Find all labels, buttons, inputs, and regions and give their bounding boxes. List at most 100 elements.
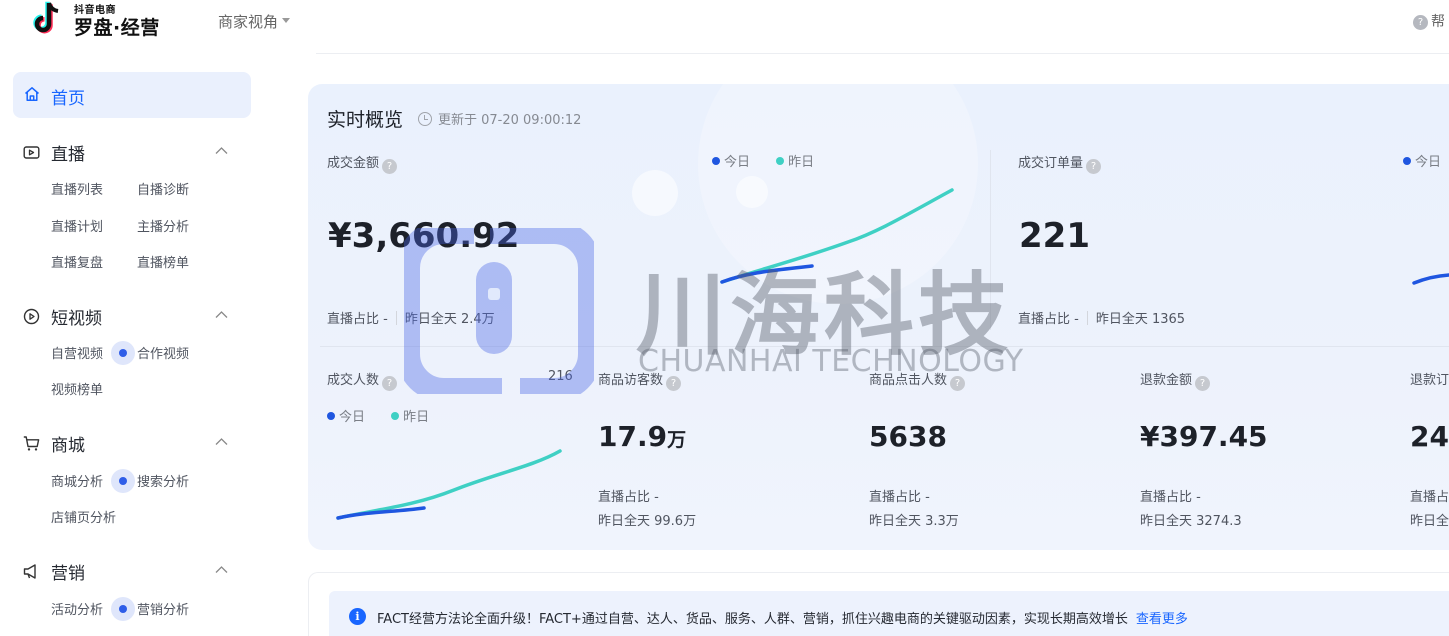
metric-value-refund-orders: 24 bbox=[1410, 420, 1449, 453]
sidebar-item-video-ranking[interactable]: 视频榜单 bbox=[51, 379, 103, 398]
metric-label-text: 成交订单量 bbox=[1018, 156, 1084, 171]
metric-number: 17.9 bbox=[598, 420, 668, 453]
metric-value-clicks: 5638 bbox=[869, 420, 947, 453]
update-time-text: 更新于 07-20 09:00:12 bbox=[438, 113, 582, 128]
new-feature-badge bbox=[111, 469, 135, 493]
sidebar-item-own-video[interactable]: 自营视频 bbox=[51, 343, 103, 362]
perspective-dropdown[interactable]: 商家视角 bbox=[218, 11, 291, 32]
info-icon: i bbox=[349, 608, 366, 625]
clock-icon bbox=[418, 112, 432, 126]
sidebar-item-live-ranking[interactable]: 直播榜单 bbox=[137, 252, 189, 271]
metric-live-share-visitors: 直播占比 - bbox=[598, 490, 659, 505]
metric-label-visitors: 商品访客数? bbox=[598, 369, 682, 391]
sidebar-item-anchor-analysis[interactable]: 主播分析 bbox=[137, 216, 189, 235]
legend-today[interactable]: 今日 bbox=[327, 410, 365, 425]
douyin-compass-logo[interactable]: 抖音电商 罗盘·经营 bbox=[32, 0, 172, 40]
logo-title: 罗盘·经营 bbox=[74, 17, 160, 39]
metric-label-text: 成交人数 bbox=[327, 373, 380, 388]
question-icon[interactable]: ? bbox=[666, 376, 682, 391]
chevron-up-icon[interactable] bbox=[215, 310, 228, 319]
live-icon bbox=[23, 146, 40, 159]
question-icon[interactable]: ? bbox=[382, 159, 398, 174]
metric-label-clicks: 商品点击人数? bbox=[869, 369, 966, 391]
metric-live-share-refund-orders: 直播占 bbox=[1410, 490, 1449, 505]
legend-yesterday[interactable]: 昨日 bbox=[776, 155, 814, 170]
sidebar-section-header[interactable]: 营销 bbox=[0, 559, 262, 585]
legend-label: 今日 bbox=[339, 410, 366, 425]
question-icon[interactable]: ? bbox=[1086, 159, 1102, 174]
legend-today[interactable]: 今日 bbox=[712, 155, 750, 170]
sidebar-section-header[interactable]: 短视频 bbox=[0, 304, 262, 330]
sidebar-item-self-live-diagnosis[interactable]: 自播诊断 bbox=[137, 179, 189, 198]
metric-value-buyers: 216 bbox=[548, 369, 573, 384]
sidebar-item-store-page-analysis[interactable]: 店铺页分析 bbox=[51, 507, 116, 526]
video-icon bbox=[23, 308, 40, 325]
legend-dot bbox=[1403, 157, 1411, 165]
legend-dot bbox=[776, 157, 785, 165]
decorative-bubble bbox=[632, 170, 678, 216]
legend-today[interactable]: 今日 bbox=[1403, 155, 1441, 170]
legend-yesterday[interactable]: 昨日 bbox=[391, 410, 429, 425]
legend-dot bbox=[391, 412, 400, 420]
sidebar-item-live-review[interactable]: 直播复盘 bbox=[51, 252, 103, 271]
question-icon[interactable]: ? bbox=[1195, 376, 1211, 391]
chevron-up-icon[interactable] bbox=[215, 565, 228, 574]
metric-yesterday-visitors: 昨日全天 99.6万 bbox=[598, 514, 697, 529]
chevron-up-icon[interactable] bbox=[215, 146, 228, 155]
metric-sub-gmv: 直播占比 - 昨日全天 2.4万 bbox=[327, 308, 495, 327]
sidebar-item-label: 首页 bbox=[51, 89, 85, 109]
metric-label-text: 成交金额 bbox=[327, 156, 380, 171]
metric-yesterday-clicks: 昨日全天 3.3万 bbox=[869, 514, 959, 529]
view-more-link[interactable]: 查看更多 bbox=[1136, 612, 1188, 627]
sidebar-item-live-list[interactable]: 直播列表 bbox=[51, 179, 103, 198]
sidebar-item-search-analysis[interactable]: 搜索分析 bbox=[137, 471, 189, 490]
metric-label-text: 商品访客数 bbox=[598, 373, 664, 388]
metric-label-buyers: 成交人数? bbox=[327, 369, 398, 391]
home-icon bbox=[25, 87, 39, 102]
metric-unit: 万 bbox=[667, 429, 687, 451]
sidebar-section-title: 营销 bbox=[51, 564, 85, 584]
notice-message: FACT经营方法论全面升级！FACT+通过自营、达人、货品、服务、人群、营销，抓… bbox=[377, 612, 1128, 627]
question-icon[interactable]: ? bbox=[382, 376, 398, 391]
separator bbox=[1086, 311, 1088, 325]
chart-legend: 今日 昨日 bbox=[712, 151, 814, 170]
metric-value-gmv: ¥3,660.92 bbox=[328, 216, 520, 256]
sidebar-item-live-plan[interactable]: 直播计划 bbox=[51, 216, 103, 235]
yesterday-text: 昨日全天 2.4万 bbox=[404, 312, 495, 327]
update-time: 更新于 07-20 09:00:12 bbox=[418, 109, 581, 128]
sidebar-item-activity-analysis[interactable]: 活动分析 bbox=[51, 599, 103, 618]
orders-trend-chart bbox=[1412, 273, 1449, 285]
legend-dot bbox=[327, 412, 335, 420]
sidebar-section-header[interactable]: 商城 bbox=[0, 431, 262, 457]
header-divider bbox=[316, 53, 1449, 54]
question-icon[interactable]: ? bbox=[950, 376, 966, 391]
megaphone-icon bbox=[23, 564, 36, 579]
live-share-text: 直播占比 - bbox=[327, 312, 388, 327]
legend-dot bbox=[712, 157, 720, 165]
sidebar-item-home[interactable]: 首页 bbox=[13, 72, 251, 118]
help-link[interactable]: ? 帮 bbox=[1413, 11, 1445, 31]
chevron-up-icon[interactable] bbox=[215, 437, 228, 446]
douyin-logo-icon bbox=[33, 1, 59, 34]
today-line bbox=[1412, 273, 1449, 285]
legend-label: 今日 bbox=[724, 155, 751, 170]
help-icon: ? bbox=[1413, 14, 1428, 30]
cart-icon bbox=[23, 436, 40, 451]
metric-sub-orders: 直播占比 - 昨日全天 1365 bbox=[1018, 308, 1185, 327]
metric-label-orders: 成交订单量? bbox=[1018, 152, 1102, 174]
sidebar-item-mall-analysis[interactable]: 商城分析 bbox=[51, 471, 103, 490]
notice-text: FACT经营方法论全面升级！FACT+通过自营、达人、货品、服务、人群、营销，抓… bbox=[377, 608, 1188, 627]
caret-down-icon bbox=[282, 18, 291, 23]
gmv-trend-chart bbox=[720, 188, 954, 284]
chart-legend: 今日 bbox=[1403, 151, 1441, 170]
metric-label-text: 退款金额 bbox=[1140, 373, 1193, 388]
metric-label-refund: 退款金额? bbox=[1140, 369, 1211, 391]
metric-yesterday-refund: 昨日全天 3274.3 bbox=[1140, 514, 1242, 529]
sidebar-section-header[interactable]: 直播 bbox=[0, 140, 262, 166]
sidebar-section-title: 短视频 bbox=[51, 309, 102, 329]
notice-section: i FACT经营方法论全面升级！FACT+通过自营、达人、货品、服务、人群、营销… bbox=[308, 572, 1449, 636]
sidebar: 首页 直播 直播列表 自播诊断 直播计划 主播分析 直播复盘 直播榜单 短视频 … bbox=[0, 62, 262, 636]
sidebar-item-marketing-analysis[interactable]: 营销分析 bbox=[137, 599, 189, 618]
sidebar-item-partner-video[interactable]: 合作视频 bbox=[137, 343, 189, 362]
notice-banner: i FACT经营方法论全面升级！FACT+通过自营、达人、货品、服务、人群、营销… bbox=[329, 591, 1449, 636]
